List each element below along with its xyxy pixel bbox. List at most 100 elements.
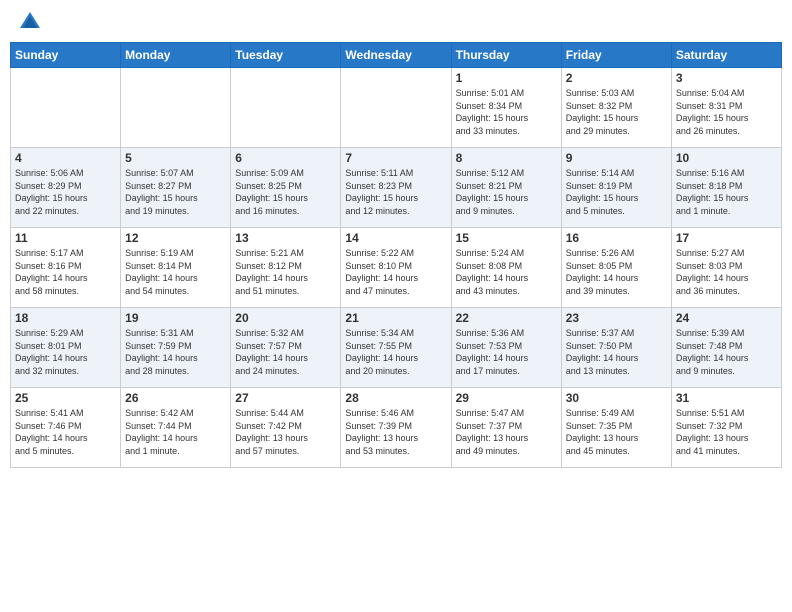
day-number: 16 [566, 231, 667, 245]
day-info: Sunrise: 5:01 AM Sunset: 8:34 PM Dayligh… [456, 87, 557, 137]
day-number: 17 [676, 231, 777, 245]
calendar-cell: 13 Sunrise: 5:21 AM Sunset: 8:12 PM Dayli… [231, 228, 341, 308]
day-number: 6 [235, 151, 336, 165]
day-number: 13 [235, 231, 336, 245]
calendar-cell: 23 Sunrise: 5:37 AM Sunset: 7:50 PM Dayli… [561, 308, 671, 388]
calendar-cell: 18Sunrise: 5:29 AM Sunset: 8:01 PM Dayli… [11, 308, 121, 388]
day-number: 19 [125, 311, 226, 325]
day-number: 15 [456, 231, 557, 245]
day-info: Sunrise: 5:34 AM Sunset: 7:55 PM Dayligh… [345, 327, 446, 377]
day-number: 4 [15, 151, 116, 165]
weekday-header-tuesday: Tuesday [231, 43, 341, 68]
calendar-cell: 22 Sunrise: 5:36 AM Sunset: 7:53 PM Dayli… [451, 308, 561, 388]
day-number: 8 [456, 151, 557, 165]
calendar-cell: 11 Sunrise: 5:17 AM Sunset: 8:16 PM Dayli… [11, 228, 121, 308]
logo [14, 10, 46, 34]
day-number: 20 [235, 311, 336, 325]
day-info: Sunrise: 5:27 AM Sunset: 8:03 PM Dayligh… [676, 247, 777, 297]
day-info: Sunrise: 5:37 AM Sunset: 7:50 PM Dayligh… [566, 327, 667, 377]
weekday-header-wednesday: Wednesday [341, 43, 451, 68]
logo-icon [18, 10, 42, 34]
calendar-week-3: 11 Sunrise: 5:17 AM Sunset: 8:16 PM Dayli… [11, 228, 782, 308]
calendar-cell: 28 Sunrise: 5:46 AM Sunset: 7:39 PM Dayli… [341, 388, 451, 468]
day-number: 5 [125, 151, 226, 165]
day-info: Sunrise: 5:46 AM Sunset: 7:39 PM Dayligh… [345, 407, 446, 457]
calendar-cell [231, 68, 341, 148]
day-number: 9 [566, 151, 667, 165]
calendar-table: SundayMondayTuesdayWednesdayThursdayFrid… [10, 42, 782, 468]
day-number: 30 [566, 391, 667, 405]
calendar-cell: 9Sunrise: 5:14 AM Sunset: 8:19 PM Daylig… [561, 148, 671, 228]
day-info: Sunrise: 5:31 AM Sunset: 7:59 PM Dayligh… [125, 327, 226, 377]
calendar-week-5: 25 Sunrise: 5:41 AM Sunset: 7:46 PM Dayli… [11, 388, 782, 468]
calendar-cell: 16 Sunrise: 5:26 AM Sunset: 8:05 PM Dayli… [561, 228, 671, 308]
day-number: 7 [345, 151, 446, 165]
weekday-header-friday: Friday [561, 43, 671, 68]
day-number: 21 [345, 311, 446, 325]
day-info: Sunrise: 5:39 AM Sunset: 7:48 PM Dayligh… [676, 327, 777, 377]
day-info: Sunrise: 5:22 AM Sunset: 8:10 PM Dayligh… [345, 247, 446, 297]
day-info: Sunrise: 5:17 AM Sunset: 8:16 PM Dayligh… [15, 247, 116, 297]
weekday-header-thursday: Thursday [451, 43, 561, 68]
day-number: 2 [566, 71, 667, 85]
day-info: Sunrise: 5:04 AM Sunset: 8:31 PM Dayligh… [676, 87, 777, 137]
day-info: Sunrise: 5:26 AM Sunset: 8:05 PM Dayligh… [566, 247, 667, 297]
day-info: Sunrise: 5:07 AM Sunset: 8:27 PM Dayligh… [125, 167, 226, 217]
day-info: Sunrise: 5:42 AM Sunset: 7:44 PM Dayligh… [125, 407, 226, 457]
day-number: 29 [456, 391, 557, 405]
calendar-cell: 26 Sunrise: 5:42 AM Sunset: 7:44 PM Dayli… [121, 388, 231, 468]
calendar-cell: 21 Sunrise: 5:34 AM Sunset: 7:55 PM Dayli… [341, 308, 451, 388]
calendar-cell: 24Sunrise: 5:39 AM Sunset: 7:48 PM Dayli… [671, 308, 781, 388]
day-number: 10 [676, 151, 777, 165]
calendar-cell: 6Sunrise: 5:09 AM Sunset: 8:25 PM Daylig… [231, 148, 341, 228]
day-info: Sunrise: 5:36 AM Sunset: 7:53 PM Dayligh… [456, 327, 557, 377]
day-info: Sunrise: 5:06 AM Sunset: 8:29 PM Dayligh… [15, 167, 116, 217]
calendar-cell: 17 Sunrise: 5:27 AM Sunset: 8:03 PM Dayli… [671, 228, 781, 308]
day-info: Sunrise: 5:29 AM Sunset: 8:01 PM Dayligh… [15, 327, 116, 377]
calendar-week-1: 1Sunrise: 5:01 AM Sunset: 8:34 PM Daylig… [11, 68, 782, 148]
calendar-cell: 1Sunrise: 5:01 AM Sunset: 8:34 PM Daylig… [451, 68, 561, 148]
day-info: Sunrise: 5:41 AM Sunset: 7:46 PM Dayligh… [15, 407, 116, 457]
page-header [10, 10, 782, 34]
day-number: 23 [566, 311, 667, 325]
day-number: 28 [345, 391, 446, 405]
day-info: Sunrise: 5:47 AM Sunset: 7:37 PM Dayligh… [456, 407, 557, 457]
calendar-cell: 29 Sunrise: 5:47 AM Sunset: 7:37 PM Dayli… [451, 388, 561, 468]
calendar-cell: 15 Sunrise: 5:24 AM Sunset: 8:08 PM Dayli… [451, 228, 561, 308]
day-number: 27 [235, 391, 336, 405]
day-info: Sunrise: 5:24 AM Sunset: 8:08 PM Dayligh… [456, 247, 557, 297]
day-number: 31 [676, 391, 777, 405]
calendar-cell: 7 Sunrise: 5:11 AM Sunset: 8:23 PM Daylig… [341, 148, 451, 228]
calendar-cell: 25 Sunrise: 5:41 AM Sunset: 7:46 PM Dayli… [11, 388, 121, 468]
day-number: 12 [125, 231, 226, 245]
calendar-cell: 19 Sunrise: 5:31 AM Sunset: 7:59 PM Dayli… [121, 308, 231, 388]
calendar-week-2: 4 Sunrise: 5:06 AM Sunset: 8:29 PM Daylig… [11, 148, 782, 228]
weekday-header-monday: Monday [121, 43, 231, 68]
day-info: Sunrise: 5:21 AM Sunset: 8:12 PM Dayligh… [235, 247, 336, 297]
day-number: 22 [456, 311, 557, 325]
day-number: 26 [125, 391, 226, 405]
calendar-cell: 27 Sunrise: 5:44 AM Sunset: 7:42 PM Dayli… [231, 388, 341, 468]
weekday-header-saturday: Saturday [671, 43, 781, 68]
day-number: 11 [15, 231, 116, 245]
calendar-cell: 2 Sunrise: 5:03 AM Sunset: 8:32 PM Daylig… [561, 68, 671, 148]
calendar-cell: 30 Sunrise: 5:49 AM Sunset: 7:35 PM Dayli… [561, 388, 671, 468]
calendar-cell [121, 68, 231, 148]
day-info: Sunrise: 5:32 AM Sunset: 7:57 PM Dayligh… [235, 327, 336, 377]
calendar-week-4: 18Sunrise: 5:29 AM Sunset: 8:01 PM Dayli… [11, 308, 782, 388]
calendar-cell: 5 Sunrise: 5:07 AM Sunset: 8:27 PM Daylig… [121, 148, 231, 228]
calendar-cell [11, 68, 121, 148]
weekday-header-row: SundayMondayTuesdayWednesdayThursdayFrid… [11, 43, 782, 68]
day-info: Sunrise: 5:49 AM Sunset: 7:35 PM Dayligh… [566, 407, 667, 457]
day-info: Sunrise: 5:51 AM Sunset: 7:32 PM Dayligh… [676, 407, 777, 457]
weekday-header-sunday: Sunday [11, 43, 121, 68]
day-info: Sunrise: 5:44 AM Sunset: 7:42 PM Dayligh… [235, 407, 336, 457]
day-number: 3 [676, 71, 777, 85]
day-number: 25 [15, 391, 116, 405]
calendar-cell [341, 68, 451, 148]
day-number: 14 [345, 231, 446, 245]
day-info: Sunrise: 5:16 AM Sunset: 8:18 PM Dayligh… [676, 167, 777, 217]
day-info: Sunrise: 5:11 AM Sunset: 8:23 PM Dayligh… [345, 167, 446, 217]
day-info: Sunrise: 5:03 AM Sunset: 8:32 PM Dayligh… [566, 87, 667, 137]
day-info: Sunrise: 5:19 AM Sunset: 8:14 PM Dayligh… [125, 247, 226, 297]
